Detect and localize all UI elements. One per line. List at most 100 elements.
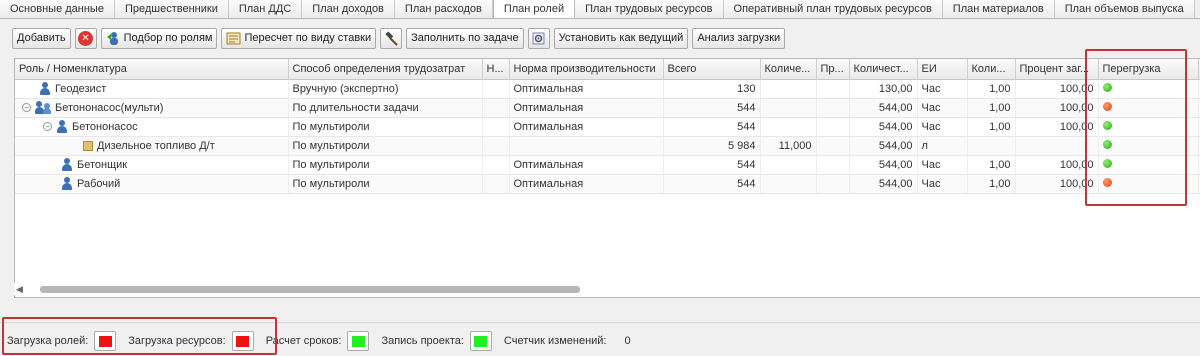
row-unit: Час	[917, 174, 968, 194]
row-percent: 100,00	[1015, 174, 1099, 194]
table-row[interactable]: − Бетононасос(мульти) По длительности за…	[15, 98, 1200, 118]
row-pr	[816, 79, 850, 99]
row-method: По мультироли	[288, 117, 483, 137]
overload-ok-icon	[1102, 82, 1112, 92]
table-row[interactable]: Рабочий По мультироли Оптимальная 544 54…	[15, 174, 1200, 194]
tab-operational-labor-plan[interactable]: Оперативный план трудовых ресурсов	[723, 0, 943, 18]
row-qty	[760, 79, 817, 99]
row-total: 544	[663, 117, 761, 137]
row-percent: 100,00	[1015, 117, 1099, 137]
col-header-qty[interactable]: Количе...	[760, 59, 817, 80]
fill-by-task-button[interactable]: Заполнить по задаче	[406, 27, 524, 49]
row-pr	[816, 98, 850, 118]
table-row[interactable]: Геодезист Вручную (экспертно) Оптимальна…	[15, 79, 1200, 99]
deadline-calc-button[interactable]	[347, 331, 370, 351]
row-name: Рабочий	[77, 177, 121, 190]
deadline-calc-indicator: Расчет сроков:	[266, 331, 370, 351]
tab-predecessors[interactable]: Предшественники	[114, 0, 229, 18]
col-header-overload[interactable]: Перегрузка	[1098, 59, 1199, 80]
row-qty2: 544,00	[849, 136, 918, 156]
col-header-method[interactable]: Способ определения трудозатрат	[288, 59, 483, 80]
table-row[interactable]: − Бетононасос По мультироли Оптимальная …	[15, 117, 1200, 137]
set-as-lead-button[interactable]: Установить как ведущий	[553, 27, 689, 49]
row-n	[482, 117, 510, 137]
row-koli: 1,00	[967, 117, 1016, 137]
scrollbar-thumb[interactable]	[40, 286, 580, 293]
row-koli: 1,00	[967, 155, 1016, 175]
row-name: Дизельное топливо Д/т	[97, 139, 215, 152]
deadline-calc-label: Расчет сроков:	[265, 335, 342, 347]
settings-button[interactable]	[527, 27, 550, 49]
project-record-indicator: Запись проекта:	[381, 331, 492, 351]
hammer-button[interactable]	[380, 27, 403, 49]
row-koli: 1,00	[967, 79, 1016, 99]
person-icon	[61, 177, 73, 190]
toolbar: Добавить ✕ Подбор по ролям Пересчет по в…	[12, 27, 786, 49]
tab-income-plan[interactable]: План доходов	[302, 0, 395, 18]
row-norm: Оптимальная	[509, 98, 664, 118]
row-n	[482, 98, 510, 118]
status-red-icon	[236, 335, 250, 347]
project-record-button[interactable]	[469, 331, 492, 351]
settings-icon	[531, 31, 546, 46]
tab-cash-flow-plan[interactable]: План ДДС	[228, 0, 303, 18]
col-header-koli[interactable]: Коли...	[967, 59, 1016, 80]
row-qty	[760, 117, 817, 137]
row-pr	[816, 117, 850, 137]
row-qty	[760, 98, 817, 118]
roles-load-indicator: Загрузка ролей:	[7, 331, 117, 351]
row-method: По длительности задачи	[288, 98, 483, 118]
tab-labor-resources-plan[interactable]: План трудовых ресурсов	[575, 0, 724, 18]
col-header-unit[interactable]: ЕИ	[917, 59, 968, 80]
row-koli: 1,00	[967, 98, 1016, 118]
overload-ok-icon	[1102, 158, 1112, 168]
recalc-by-rate-button[interactable]: Пересчет по виду ставки	[221, 27, 377, 49]
delete-icon: ✕	[78, 30, 94, 46]
row-total: 544	[663, 155, 761, 175]
roles-load-button[interactable]	[94, 331, 117, 351]
row-total: 544	[663, 98, 761, 118]
row-name: Геодезист	[55, 82, 107, 95]
row-norm	[509, 136, 664, 156]
tab-bar: Основные данные Предшественники План ДДС…	[0, 0, 1200, 19]
table-row[interactable]: Бетонщик По мультироли Оптимальная 544 5…	[15, 155, 1200, 175]
overload-ok-icon	[1102, 120, 1112, 130]
status-green-icon	[351, 335, 365, 347]
row-total: 544	[663, 174, 761, 194]
tab-main-data[interactable]: Основные данные	[0, 0, 115, 18]
row-total: 5 984	[663, 136, 761, 156]
col-header-total[interactable]: Всего	[663, 59, 761, 80]
col-header-norm[interactable]: Норма производительности	[509, 59, 664, 80]
col-header-n[interactable]: Н...	[482, 59, 510, 80]
row-unit: Час	[917, 79, 968, 99]
tab-expense-plan[interactable]: План расходов	[394, 0, 493, 18]
col-header-percent[interactable]: Процент заг...	[1015, 59, 1099, 80]
status-bar: Загрузка ролей: Загрузка ресурсов: Расче…	[7, 330, 643, 352]
tab-roles-plan[interactable]: План ролей	[492, 0, 576, 18]
add-button[interactable]: Добавить	[12, 27, 71, 49]
table-header: Роль / Номенклатура Способ определения т…	[15, 59, 1200, 80]
delete-button[interactable]: ✕	[74, 27, 97, 49]
row-qty2: 544,00	[849, 117, 918, 137]
col-header-role[interactable]: Роль / Номенклатура	[15, 59, 289, 80]
collapse-toggle-icon[interactable]: −	[43, 122, 52, 131]
hammer-icon	[384, 30, 399, 46]
row-qty2: 130,00	[849, 79, 918, 99]
resources-load-button[interactable]	[231, 331, 254, 351]
tab-output-volume-plan[interactable]: План объемов выпуска	[1054, 0, 1195, 18]
recalc-icon	[226, 31, 241, 46]
col-header-qty2[interactable]: Количест...	[849, 59, 918, 80]
collapse-toggle-icon[interactable]: −	[22, 103, 31, 112]
tab-materials-plan[interactable]: План материалов	[942, 0, 1055, 18]
row-name: Бетононасос(мульти)	[55, 101, 164, 114]
horizontal-scrollbar[interactable]: ◀	[14, 283, 1200, 295]
divider	[0, 322, 1200, 323]
row-n	[482, 79, 510, 99]
table-row[interactable]: Дизельное топливо Д/т По мультироли 5 98…	[15, 136, 1200, 156]
person-icon	[56, 120, 68, 133]
col-header-pr[interactable]: Пр...	[816, 59, 850, 80]
resources-load-label: Загрузка ресурсов:	[128, 335, 226, 347]
load-analysis-button[interactable]: Анализ загрузки	[692, 27, 786, 49]
pick-by-roles-button[interactable]: Подбор по ролям	[100, 27, 218, 49]
scroll-left-icon[interactable]: ◀	[16, 284, 23, 295]
